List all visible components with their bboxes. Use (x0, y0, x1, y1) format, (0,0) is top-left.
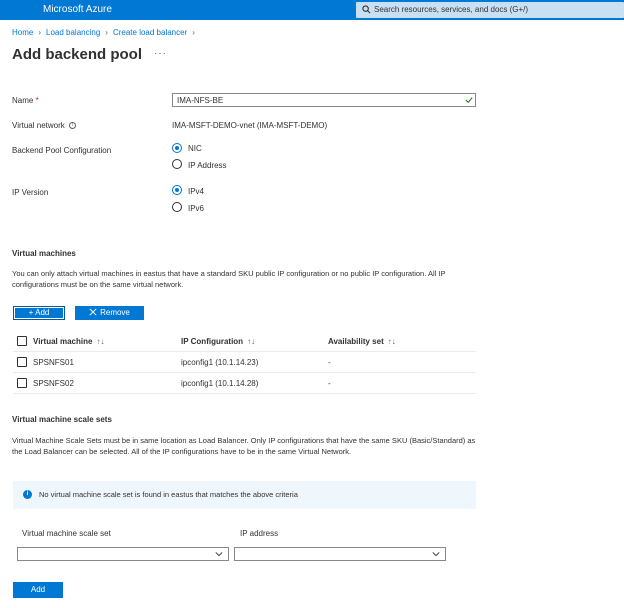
info-icon[interactable]: i (68, 122, 76, 130)
close-icon (89, 308, 97, 316)
more-options-icon[interactable]: ··· (154, 48, 167, 59)
vmss-column-header: Virtual machine scale set (22, 529, 111, 538)
add-vm-button[interactable]: + Add (13, 306, 65, 320)
chevron-right-icon: › (105, 28, 108, 37)
virtual-network-label: Virtual network i (12, 121, 76, 130)
chevron-right-icon: › (192, 28, 195, 37)
breadcrumb-create-load-balancer[interactable]: Create load balancer (113, 28, 187, 37)
radio-ipv4-label: IPv4 (188, 187, 205, 196)
table-divider (13, 393, 476, 394)
breadcrumb: Home › Load balancing › Create load balancer… (12, 28, 200, 37)
ip-config-cell: ipconfig1 (10.1.14.23) (181, 358, 259, 367)
column-header-ip[interactable]: IP Configuration ↑↓ (181, 337, 255, 346)
top-bar: Microsoft Azure Search resources, servic… (0, 0, 624, 20)
sort-icon: ↑↓ (247, 337, 256, 346)
info-icon: i (23, 490, 32, 499)
vmss-ip-column-header: IP address (240, 529, 279, 538)
chevron-down-icon (432, 552, 440, 557)
pool-config-label: Backend Pool Configuration (12, 146, 112, 155)
page-title: Add backend pool (12, 46, 143, 63)
chevron-right-icon: › (38, 28, 42, 37)
radio-ip-address[interactable] (172, 159, 182, 169)
radio-ipv6-label: IPv6 (188, 204, 205, 213)
column-header-ip-text: IP Configuration (181, 337, 244, 346)
vm-section-description: You can only attach virtual machines in … (12, 269, 446, 289)
table-divider (13, 372, 476, 373)
vm-name-cell: SPSNFS02 (33, 379, 74, 388)
info-message-text: No virtual machine scale set is found in… (39, 490, 298, 499)
global-search-box[interactable]: Search resources, services, and docs (G+… (356, 2, 624, 18)
info-message-bar: i No virtual machine scale set is found … (13, 481, 476, 509)
select-all-checkbox[interactable] (17, 336, 27, 346)
search-icon (362, 5, 371, 14)
name-label-text: Name (12, 96, 34, 105)
row-checkbox[interactable] (17, 378, 27, 388)
column-header-vm[interactable]: Virtual machine ↑↓ (33, 337, 104, 346)
radio-ip-address-label: IP Address (188, 161, 227, 170)
availability-cell: - (328, 379, 331, 388)
vmss-ip-dropdown[interactable] (234, 547, 446, 561)
chevron-down-icon (215, 552, 223, 557)
radio-nic[interactable] (172, 143, 182, 153)
brand-logo-text[interactable]: Microsoft Azure (43, 4, 112, 15)
column-header-vm-text: Virtual machine (33, 337, 93, 346)
required-asterisk: * (35, 96, 39, 105)
vmss-section-description: Virtual Machine Scale Sets must be in sa… (12, 436, 476, 456)
vmss-section-heading: Virtual machine scale sets (12, 415, 112, 424)
search-placeholder: Search resources, services, and docs (G+… (374, 5, 529, 14)
sort-icon: ↑↓ (96, 337, 105, 346)
vmss-dropdown[interactable] (17, 547, 229, 561)
availability-cell: - (328, 358, 331, 367)
column-header-availability[interactable]: Availability set ↑↓ (328, 337, 396, 346)
virtual-network-value: IMA-MSFT-DEMO-vnet (IMA-MSFT-DEMO) (172, 121, 328, 130)
radio-nic-label: NIC (188, 144, 202, 153)
vm-section-heading: Virtual machines (12, 249, 76, 258)
sort-icon: ↑↓ (387, 337, 396, 346)
row-checkbox[interactable] (17, 357, 27, 367)
ip-version-label: IP Version (12, 188, 49, 197)
radio-ipv6[interactable] (172, 202, 182, 212)
column-header-availability-text: Availability set (328, 337, 384, 346)
name-input[interactable] (172, 93, 476, 107)
checkmark-icon (465, 97, 473, 104)
remove-vm-button-label: Remove (100, 308, 130, 317)
radio-ipv4[interactable] (172, 185, 182, 195)
remove-vm-button[interactable]: Remove (75, 306, 144, 320)
breadcrumb-load-balancing[interactable]: Load balancing (46, 28, 100, 37)
ip-config-cell: ipconfig1 (10.1.14.28) (181, 379, 259, 388)
add-button[interactable]: Add (13, 582, 63, 598)
breadcrumb-home[interactable]: Home (12, 28, 33, 37)
table-divider (13, 351, 476, 352)
virtual-network-label-text: Virtual network (12, 121, 65, 130)
vm-name-cell: SPSNFS01 (33, 358, 74, 367)
name-label: Name * (12, 96, 39, 105)
